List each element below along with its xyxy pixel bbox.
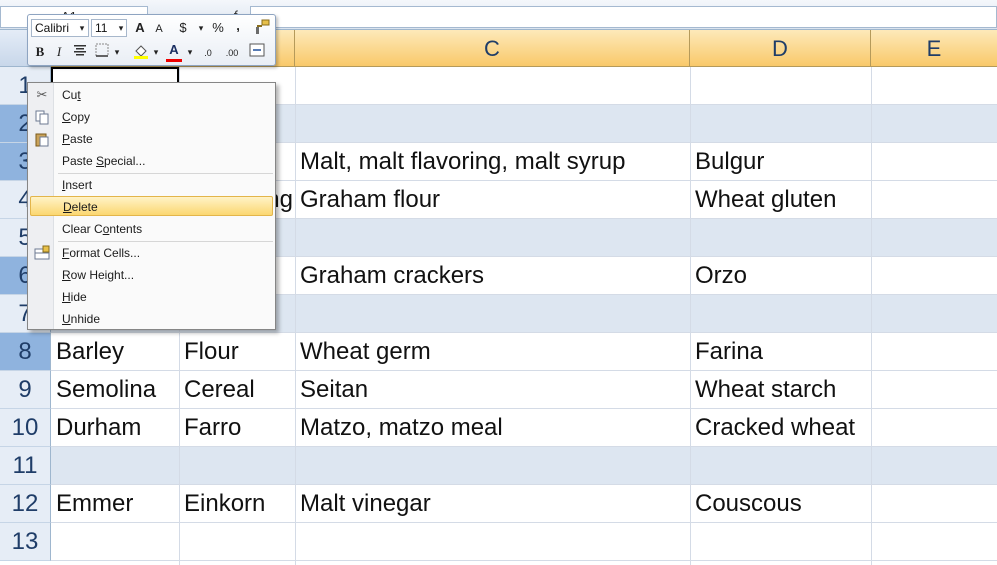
menu-separator — [58, 173, 273, 174]
cell-c3[interactable]: Malt, malt flavoring, malt syrup — [295, 143, 690, 181]
size-dropdown-icon[interactable]: ▾ — [115, 19, 127, 37]
font-color-dropdown-icon[interactable]: ▾ — [185, 43, 195, 61]
font-dropdown-icon[interactable]: ▾ — [76, 19, 88, 37]
bold-icon[interactable]: B — [32, 43, 48, 61]
cell-d3[interactable]: Bulgur — [690, 143, 871, 181]
cell-c10[interactable]: Matzo, matzo meal — [295, 409, 690, 447]
menu-item-delete[interactable]: Delete — [30, 196, 273, 216]
shrink-font-icon[interactable]: A — [152, 20, 166, 38]
paste-icon — [34, 131, 50, 147]
column-header-e[interactable]: E — [871, 30, 997, 67]
row-header-12[interactable]: 12 — [0, 485, 51, 523]
fill-dropdown-icon[interactable]: ▾ — [151, 43, 161, 61]
row-header-13[interactable]: 13 — [0, 523, 51, 561]
row-band-11 — [51, 447, 997, 485]
borders-dropdown-icon[interactable]: ▾ — [112, 43, 122, 61]
currency-icon[interactable]: $ — [176, 19, 190, 37]
row-header-9[interactable]: 9 — [0, 371, 51, 409]
menu-separator — [58, 241, 273, 242]
column-header-d[interactable]: D — [690, 30, 871, 67]
grow-font-icon[interactable]: A — [132, 19, 148, 37]
menu-item-cut[interactable]: ✂ Cut — [30, 85, 273, 105]
menu-item-unhide[interactable]: Unhide — [30, 309, 273, 329]
cell-b8[interactable]: Flour — [179, 333, 295, 371]
percent-icon[interactable]: % — [210, 19, 226, 37]
menu-item-label: Format Cells... — [62, 246, 141, 260]
menu-item-insert[interactable]: Insert — [30, 175, 273, 195]
menu-item-row-height[interactable]: Row Height... — [30, 265, 273, 285]
copy-icon — [34, 109, 50, 125]
comma-icon[interactable]: , — [232, 17, 244, 35]
column-header-c[interactable]: C — [295, 30, 690, 67]
increase-decimal-icon[interactable]: .0 — [198, 44, 218, 62]
menu-item-label: Delete — [63, 200, 98, 214]
menu-item-paste[interactable]: Paste — [30, 129, 273, 149]
cell-b10[interactable]: Farro — [179, 409, 295, 447]
cell-d12[interactable]: Couscous — [690, 485, 871, 523]
format-painter-icon[interactable] — [253, 19, 271, 40]
cell-c8[interactable]: Wheat germ — [295, 333, 690, 371]
fill-color-icon[interactable] — [132, 43, 150, 64]
row-header-8[interactable]: 8 — [0, 333, 51, 371]
italic-icon[interactable]: I — [52, 43, 66, 61]
scissors-icon: ✂ — [36, 87, 48, 102]
gridline — [51, 560, 997, 561]
format-cells-icon — [34, 245, 50, 261]
active-cell-a1[interactable] — [51, 67, 179, 82]
currency-dropdown-icon[interactable]: ▾ — [196, 19, 206, 37]
cell-b12[interactable]: Einkorn — [179, 485, 295, 523]
menu-item-label: Clear Contents — [62, 222, 143, 236]
menu-item-label: Insert — [62, 178, 93, 192]
context-menu: ✂ Cut Copy Paste Paste Special... Insert… — [27, 82, 276, 330]
menu-item-format-cells[interactable]: Format Cells... — [30, 243, 273, 263]
menu-item-label: Copy — [62, 110, 91, 124]
borders-icon[interactable] — [94, 43, 110, 62]
row-header-10[interactable]: 10 — [0, 409, 51, 447]
cell-c12[interactable]: Malt vinegar — [295, 485, 690, 523]
menu-item-label: Cut — [62, 88, 81, 102]
cell-c4[interactable]: Graham flour — [295, 181, 690, 219]
menu-item-label: Paste Special... — [62, 154, 146, 168]
cell-c9[interactable]: Seitan — [295, 371, 690, 409]
menu-item-hide[interactable]: Hide — [30, 287, 273, 307]
cell-d9[interactable]: Wheat starch — [690, 371, 871, 409]
menu-item-label: Paste — [62, 132, 93, 146]
menu-item-label: Unhide — [62, 312, 101, 326]
menu-item-label: Row Height... — [62, 268, 135, 282]
cell-c6[interactable]: Graham crackers — [295, 257, 690, 295]
cell-a10[interactable]: Durham — [51, 409, 179, 447]
formula-input[interactable] — [250, 6, 997, 28]
font-color-icon[interactable]: A — [166, 41, 182, 62]
menu-item-label: Hide — [62, 290, 87, 304]
mini-toolbar: Calibri ▾ 11 ▾ A A $ ▾ % , B I ▾ ▾ A ▾ .… — [27, 14, 276, 66]
row-header-11[interactable]: 11 — [0, 447, 51, 485]
cell-d6[interactable]: Orzo — [690, 257, 871, 295]
menu-item-clear-contents[interactable]: Clear Contents — [30, 219, 273, 239]
cell-a12[interactable]: Emmer — [51, 485, 179, 523]
cell-d8[interactable]: Farina — [690, 333, 871, 371]
cell-b9[interactable]: Cereal — [179, 371, 295, 409]
decrease-decimal-icon[interactable]: .00 — [221, 44, 243, 62]
cell-d4[interactable]: Wheat gluten — [690, 181, 871, 219]
merge-center-icon[interactable] — [248, 43, 266, 62]
menu-item-copy[interactable]: Copy — [30, 107, 273, 127]
cell-d10[interactable]: Cracked wheat — [690, 409, 871, 447]
menu-item-paste-special[interactable]: Paste Special... — [30, 151, 273, 171]
cell-a8[interactable]: Barley — [51, 333, 179, 371]
cell-a9[interactable]: Semolina — [51, 371, 179, 409]
center-align-icon[interactable] — [72, 43, 88, 62]
